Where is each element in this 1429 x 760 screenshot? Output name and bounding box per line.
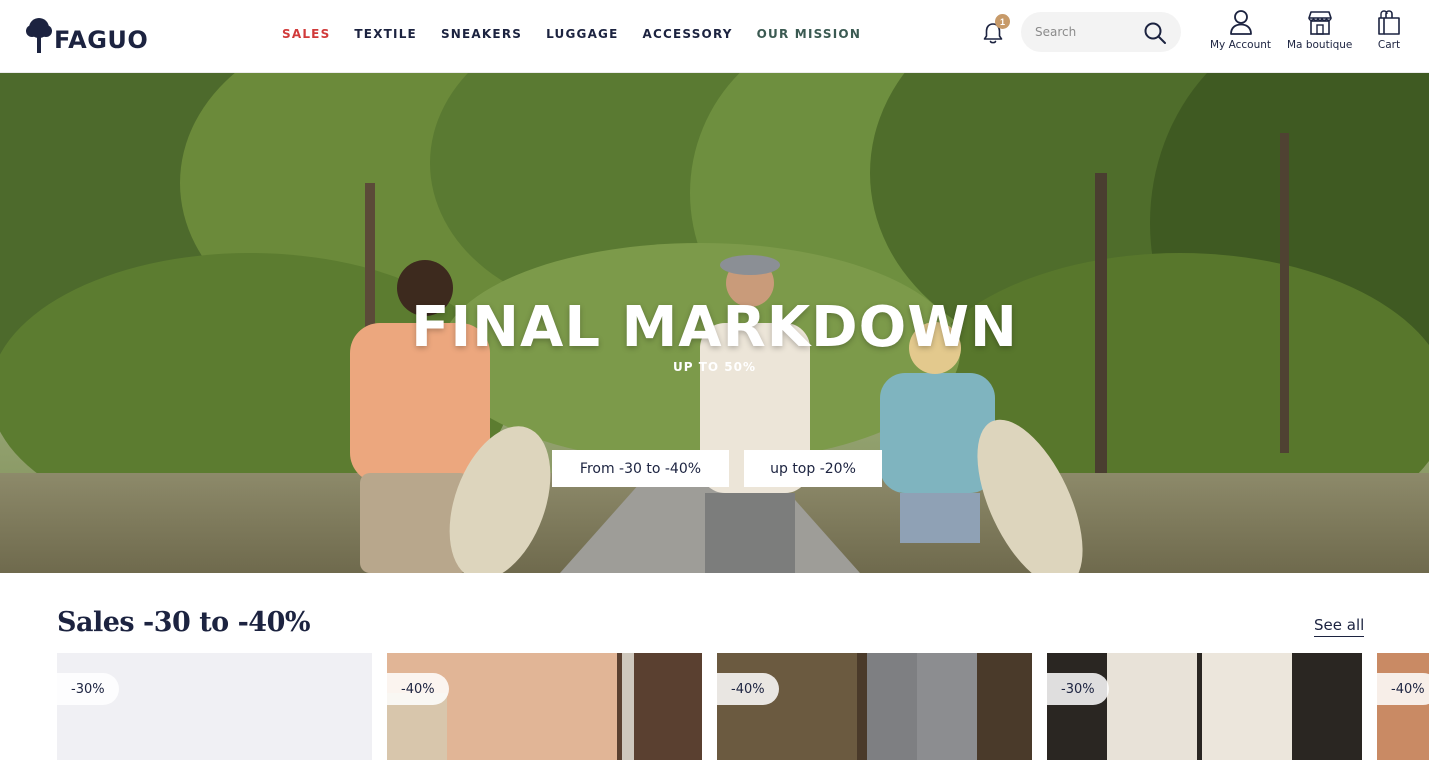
search-input[interactable] — [1035, 22, 1145, 42]
product-image — [717, 653, 1032, 760]
discount-badge: -40% — [387, 673, 449, 705]
my-account-link[interactable]: My Account — [1210, 8, 1271, 51]
product-card[interactable]: -30% — [57, 653, 372, 760]
discount-badge: -40% — [1377, 673, 1429, 705]
see-all-link[interactable]: See all — [1314, 616, 1365, 637]
store-icon — [1307, 11, 1332, 35]
nav-item-sales[interactable]: SALES — [282, 26, 330, 42]
product-card[interactable]: -30% — [1047, 653, 1362, 760]
hero-subtitle: UP TO 50% — [672, 360, 756, 374]
logo-wordmark: FAGUO — [54, 26, 149, 54]
ma-boutique-label: Ma boutique — [1287, 39, 1353, 51]
main-nav: SALES TEXTILE SNEAKERS LUGGAGE ACCESSORY… — [282, 26, 861, 42]
nav-item-our-mission[interactable]: OUR MISSION — [757, 26, 861, 42]
from-30-to-40-button[interactable]: From -30 to -40% — [552, 450, 729, 487]
hero-banner: FINAL MARKDOWN UP TO 50% From -30 to -40… — [0, 73, 1429, 573]
ma-boutique-link[interactable]: Ma boutique — [1287, 8, 1352, 51]
product-image — [57, 653, 372, 760]
user-icon — [1229, 10, 1252, 35]
product-image — [1377, 653, 1429, 760]
nav-item-luggage[interactable]: LUGGAGE — [546, 26, 618, 42]
notification-count-badge: 1 — [995, 14, 1010, 29]
discount-badge: -30% — [57, 673, 119, 705]
discount-badge: -30% — [1047, 673, 1109, 705]
tree-logo-icon — [26, 18, 52, 53]
nav-item-sneakers[interactable]: SNEAKERS — [441, 26, 522, 42]
site-header: FAGUO SALES TEXTILE SNEAKERS LUGGAGE ACC… — [0, 0, 1429, 73]
shopping-bag-icon — [1378, 10, 1400, 35]
product-card[interactable]: -40% — [1377, 653, 1429, 760]
section-title: Sales -30 to -40% — [57, 607, 311, 638]
nav-item-accessory[interactable]: ACCESSORY — [643, 26, 733, 42]
my-account-label: My Account — [1210, 39, 1272, 51]
product-image — [387, 653, 702, 760]
search-icon[interactable] — [1142, 20, 1168, 46]
cart-link[interactable]: Cart — [1376, 8, 1402, 51]
up-to-20-button[interactable]: up top -20% — [744, 450, 882, 487]
product-card[interactable]: -40% — [717, 653, 1032, 760]
discount-badge: -40% — [717, 673, 779, 705]
product-card[interactable]: -40% — [387, 653, 702, 760]
faguo-logo[interactable]: FAGUO — [26, 15, 148, 53]
hero-title: FINAL MARKDOWN — [411, 295, 1018, 360]
cart-label: Cart — [1377, 39, 1401, 51]
product-image — [1047, 653, 1362, 760]
nav-item-textile[interactable]: TEXTILE — [354, 26, 417, 42]
